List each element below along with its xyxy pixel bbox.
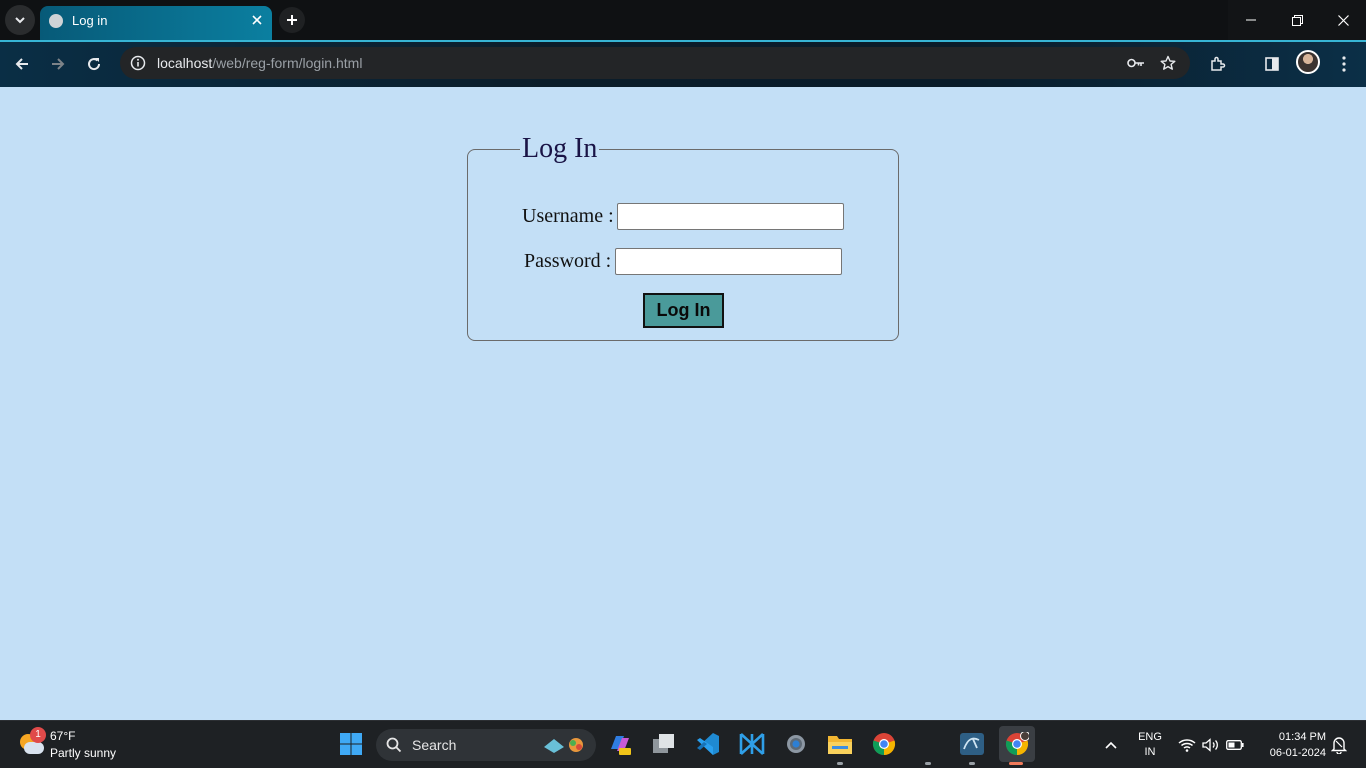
- windows-taskbar: 1 67°F Partly sunny Search ENG IN 01:34 …: [0, 720, 1366, 768]
- window-controls: [1228, 0, 1366, 40]
- chrome-profile-icon: [1005, 732, 1029, 756]
- username-label: Username :: [522, 205, 614, 227]
- windows-start-icon: [340, 733, 362, 755]
- password-manager-button[interactable]: [1124, 51, 1148, 75]
- close-window-button[interactable]: [1320, 0, 1366, 40]
- key-icon: [1127, 58, 1144, 68]
- side-panel-button[interactable]: [1260, 52, 1284, 76]
- extensions-icon: [1211, 56, 1226, 71]
- tab-close-button[interactable]: [248, 11, 266, 29]
- globe-icon: [49, 14, 63, 28]
- start-button[interactable]: [336, 729, 366, 759]
- tab-search-button[interactable]: [5, 5, 35, 35]
- page-viewport: Log In Username : Password : Log In: [0, 87, 1366, 720]
- pinned-app[interactable]: [737, 729, 767, 759]
- taskbar-search[interactable]: Search: [376, 729, 596, 761]
- chrome-profile-app[interactable]: [999, 726, 1035, 762]
- password-label: Password :: [524, 250, 612, 272]
- copilot-app[interactable]: [605, 729, 635, 759]
- language-region: IN: [1144, 746, 1156, 758]
- plus-icon: [287, 15, 297, 25]
- file-explorer-icon: [828, 736, 852, 754]
- settings-icon: [787, 735, 805, 753]
- search-label: Search: [412, 737, 457, 753]
- username-input[interactable]: [617, 203, 844, 230]
- copilot-icon: [611, 736, 631, 755]
- tab-title: Log in: [72, 13, 108, 28]
- weather-temperature: 67°F: [50, 729, 76, 743]
- site-info-button[interactable]: [126, 51, 150, 75]
- browser-menu-button[interactable]: [1332, 52, 1356, 76]
- forward-icon: [52, 58, 65, 70]
- login-legend: Log In: [522, 133, 598, 164]
- app-icon: [739, 733, 765, 755]
- volume-status[interactable]: [1202, 736, 1220, 754]
- wifi-icon: [1178, 739, 1196, 752]
- chrome-app[interactable]: [869, 729, 899, 759]
- search-highlight-icon: [544, 738, 583, 753]
- restore-button[interactable]: [1274, 0, 1320, 40]
- mysql-workbench-running-indicator: [969, 762, 975, 765]
- task-view-icon: [653, 734, 674, 753]
- weather-condition: Partly sunny: [50, 746, 117, 760]
- battery-icon: [1226, 740, 1244, 750]
- chevron-down-icon: [15, 17, 25, 24]
- reload-button[interactable]: [82, 52, 106, 76]
- url-path: /web/reg-form/login.html: [212, 55, 363, 71]
- reload-icon: [88, 58, 101, 71]
- mysql-workbench-icon: [960, 733, 984, 755]
- restore-icon: [1291, 14, 1303, 26]
- close-icon: [252, 15, 262, 25]
- menu-icon: [1342, 56, 1346, 72]
- mysql-workbench-app[interactable]: [957, 729, 987, 759]
- hidden-app-running-indicator: [925, 762, 931, 765]
- clock-date: 06-01-2024: [1269, 747, 1326, 759]
- bookmark-button[interactable]: [1156, 51, 1180, 75]
- weather-badge: 1: [30, 727, 46, 743]
- extensions-button[interactable]: [1206, 52, 1230, 76]
- address-url[interactable]: localhost/web/reg-form/login.html: [157, 55, 362, 71]
- side-panel-icon: [1265, 57, 1279, 71]
- language-indicator[interactable]: ENG IN: [1136, 730, 1164, 760]
- url-host: localhost: [157, 55, 213, 71]
- address-bar[interactable]: localhost/web/reg-form/login.html: [120, 47, 1190, 79]
- browser-tab-strip: Log in: [0, 0, 1366, 41]
- close-icon: [1337, 14, 1349, 26]
- settings-app[interactable]: [781, 729, 811, 759]
- star-icon: [1160, 55, 1176, 70]
- vscode-app[interactable]: [693, 729, 723, 759]
- browser-toolbar: localhost/web/reg-form/login.html: [0, 42, 1366, 87]
- chrome-profile-running-indicator: [1009, 762, 1023, 765]
- search-icon: [386, 737, 402, 753]
- login-fieldset: Log In Username : Password : Log In: [467, 134, 899, 341]
- new-tab-button[interactable]: [279, 7, 305, 33]
- clock-time: 01:34 PM: [1278, 731, 1326, 743]
- wifi-status[interactable]: [1178, 736, 1196, 754]
- profile-avatar[interactable]: [1296, 50, 1320, 74]
- vscode-icon: [697, 733, 719, 755]
- minimize-button[interactable]: [1228, 0, 1274, 40]
- chevron-up-icon: [1105, 741, 1117, 749]
- minimize-icon: [1246, 19, 1256, 21]
- language-code: ENG: [1138, 731, 1162, 743]
- login-button[interactable]: Log In: [643, 293, 724, 328]
- file-explorer-running-indicator: [837, 762, 843, 765]
- back-button[interactable]: [10, 52, 34, 76]
- file-explorer-app[interactable]: [825, 729, 855, 759]
- password-input[interactable]: [615, 248, 842, 275]
- site-info-icon: [130, 55, 146, 71]
- back-icon: [15, 58, 28, 70]
- notification-icon: [1331, 737, 1347, 754]
- active-tab[interactable]: Log in: [40, 6, 272, 41]
- show-hidden-icons-button[interactable]: [1102, 736, 1120, 754]
- system-clock[interactable]: 01:34 PM 06-01-2024: [1254, 729, 1326, 761]
- chrome-icon: [872, 733, 896, 756]
- notification-center-button[interactable]: [1330, 735, 1348, 755]
- task-view-app[interactable]: [649, 729, 679, 759]
- forward-button[interactable]: [46, 52, 70, 76]
- volume-icon: [1202, 738, 1218, 752]
- battery-status[interactable]: [1226, 736, 1244, 754]
